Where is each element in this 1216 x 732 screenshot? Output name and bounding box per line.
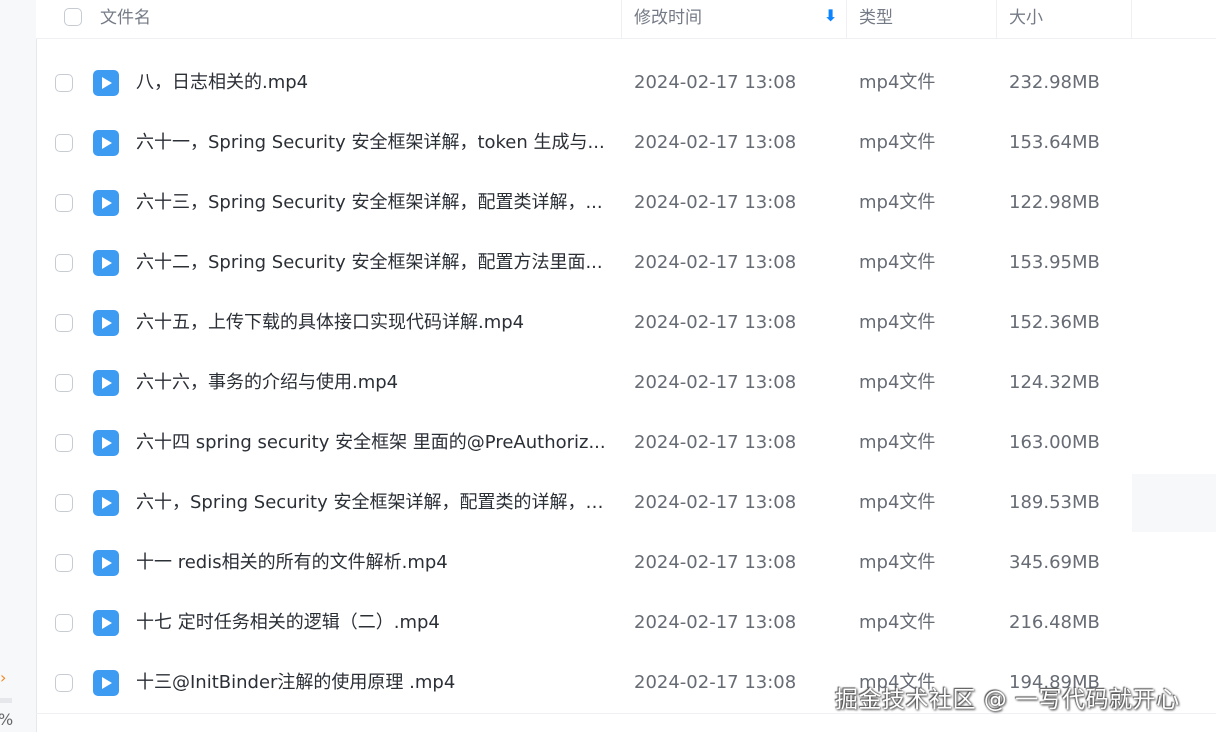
file-size: 163.00MB <box>1009 432 1100 453</box>
file-modified-time: 2024-02-17 13:08 <box>634 612 797 633</box>
file-size: 122.98MB <box>1009 192 1100 213</box>
file-type: mp4文件 <box>859 312 936 333</box>
file-type: mp4文件 <box>859 132 936 153</box>
file-modified-time: 2024-02-17 13:08 <box>634 312 797 333</box>
video-file-icon <box>93 550 119 576</box>
file-list-header: 文件名 修改时间 ⬇ 类型 大小 <box>36 0 1216 39</box>
column-divider <box>996 0 997 38</box>
file-row[interactable]: 六十二，Spring Security 安全框架详解，配置方法里面... 2024… <box>36 233 1216 293</box>
row-checkbox[interactable] <box>55 554 73 572</box>
file-row[interactable]: 六十五，上传下载的具体接口实现代码详解.mp4 2024-02-17 13:08 m… <box>36 293 1216 353</box>
file-modified-time: 2024-02-17 13:08 <box>634 432 797 453</box>
column-divider <box>846 0 847 38</box>
select-all-checkbox[interactable] <box>64 8 82 26</box>
file-row[interactable]: 六十，Spring Security 安全框架详解，配置类的详解，U... 202… <box>36 473 1216 533</box>
video-file-icon <box>93 490 119 516</box>
file-modified-time: 2024-02-17 13:08 <box>634 72 797 93</box>
row-checkbox[interactable] <box>55 194 73 212</box>
file-modified-time: 2024-02-17 13:08 <box>634 192 797 213</box>
file-name[interactable]: 十三@InitBinder注解的使用原理 .mp4 <box>136 653 606 713</box>
file-row[interactable]: 六十三，Spring Security 安全框架详解，配置类详解，... 2024… <box>36 173 1216 233</box>
chevron-right-icon[interactable]: › <box>0 668 6 687</box>
watermark: 掘金技术社区 @ 一写代码就开心 <box>835 687 1180 713</box>
storage-progress-bar <box>0 698 12 703</box>
file-type: mp4文件 <box>859 72 936 93</box>
video-file-icon <box>93 670 119 696</box>
column-header-modified[interactable]: 修改时间 <box>634 0 702 38</box>
file-type: mp4文件 <box>859 492 936 513</box>
file-name[interactable]: 六十三，Spring Security 安全框架详解，配置类详解，... <box>136 173 606 233</box>
file-modified-time: 2024-02-17 13:08 <box>634 672 797 693</box>
file-size: 124.32MB <box>1009 372 1100 393</box>
file-modified-time: 2024-02-17 13:08 <box>634 132 797 153</box>
file-size: 153.95MB <box>1009 252 1100 273</box>
sidebar-strip: › % <box>0 0 37 732</box>
file-name[interactable]: 六十四 spring security 安全框架 里面的@PreAuthoriz… <box>136 413 606 473</box>
row-checkbox[interactable] <box>55 254 73 272</box>
file-row[interactable]: 十七 定时任务相关的逻辑（二）.mp4 2024-02-17 13:08 mp4文件… <box>36 593 1216 653</box>
file-size: 345.69MB <box>1009 552 1100 573</box>
file-type: mp4文件 <box>859 252 936 273</box>
row-checkbox[interactable] <box>55 134 73 152</box>
column-header-type[interactable]: 类型 <box>859 0 893 38</box>
file-size: 232.98MB <box>1009 72 1100 93</box>
row-checkbox[interactable] <box>55 674 73 692</box>
column-header-name[interactable]: 文件名 <box>100 0 151 38</box>
video-file-icon <box>93 250 119 276</box>
file-row[interactable]: 六十四 spring security 安全框架 里面的@PreAuthoriz… <box>36 413 1216 473</box>
file-row[interactable]: 六十六，事务的介绍与使用.mp4 2024-02-17 13:08 mp4文件 124… <box>36 353 1216 413</box>
row-checkbox[interactable] <box>55 614 73 632</box>
file-name[interactable]: 六十一，Spring Security 安全框架详解，token 生成与... <box>136 113 606 173</box>
arrow-down-icon[interactable]: ⬇ <box>824 6 837 25</box>
file-row[interactable]: 六十一，Spring Security 安全框架详解，token 生成与... 2… <box>36 113 1216 173</box>
file-name[interactable]: 六十五，上传下载的具体接口实现代码详解.mp4 <box>136 293 606 353</box>
file-size: 189.53MB <box>1009 492 1100 513</box>
file-type: mp4文件 <box>859 612 936 633</box>
video-file-icon <box>93 430 119 456</box>
file-name[interactable]: 十一 redis相关的所有的文件解析.mp4 <box>136 533 606 593</box>
file-modified-time: 2024-02-17 13:08 <box>634 552 797 573</box>
row-checkbox[interactable] <box>55 374 73 392</box>
video-file-icon <box>93 370 119 396</box>
row-checkbox[interactable] <box>55 314 73 332</box>
video-file-icon <box>93 610 119 636</box>
row-checkbox[interactable] <box>55 74 73 92</box>
file-type: mp4文件 <box>859 432 936 453</box>
column-divider <box>1131 0 1132 38</box>
file-type: mp4文件 <box>859 372 936 393</box>
file-type: mp4文件 <box>859 192 936 213</box>
file-name[interactable]: 六十二，Spring Security 安全框架详解，配置方法里面... <box>136 233 606 293</box>
file-name[interactable]: 六十六，事务的介绍与使用.mp4 <box>136 353 606 413</box>
file-size: 216.48MB <box>1009 612 1100 633</box>
file-modified-time: 2024-02-17 13:08 <box>634 252 797 273</box>
row-checkbox[interactable] <box>55 434 73 452</box>
file-row[interactable]: 十一 redis相关的所有的文件解析.mp4 2024-02-17 13:08 mp… <box>36 533 1216 593</box>
file-type: mp4文件 <box>859 552 936 573</box>
column-divider <box>621 0 622 38</box>
row-checkbox[interactable] <box>55 494 73 512</box>
video-file-icon <box>93 70 119 96</box>
video-file-icon <box>93 130 119 156</box>
file-name[interactable]: 八，日志相关的.mp4 <box>136 53 606 113</box>
file-row[interactable]: 八，日志相关的.mp4 2024-02-17 13:08 mp4文件 232.98MB <box>36 53 1216 113</box>
storage-percent: % <box>0 710 13 729</box>
file-name[interactable]: 十七 定时任务相关的逻辑（二）.mp4 <box>136 593 606 653</box>
video-file-icon <box>93 190 119 216</box>
file-name[interactable]: 六十，Spring Security 安全框架详解，配置类的详解，U... <box>136 473 606 533</box>
video-file-icon <box>93 310 119 336</box>
file-modified-time: 2024-02-17 13:08 <box>634 492 797 513</box>
file-size: 153.64MB <box>1009 132 1100 153</box>
column-header-size[interactable]: 大小 <box>1009 0 1043 38</box>
file-size: 152.36MB <box>1009 312 1100 333</box>
file-modified-time: 2024-02-17 13:08 <box>634 372 797 393</box>
